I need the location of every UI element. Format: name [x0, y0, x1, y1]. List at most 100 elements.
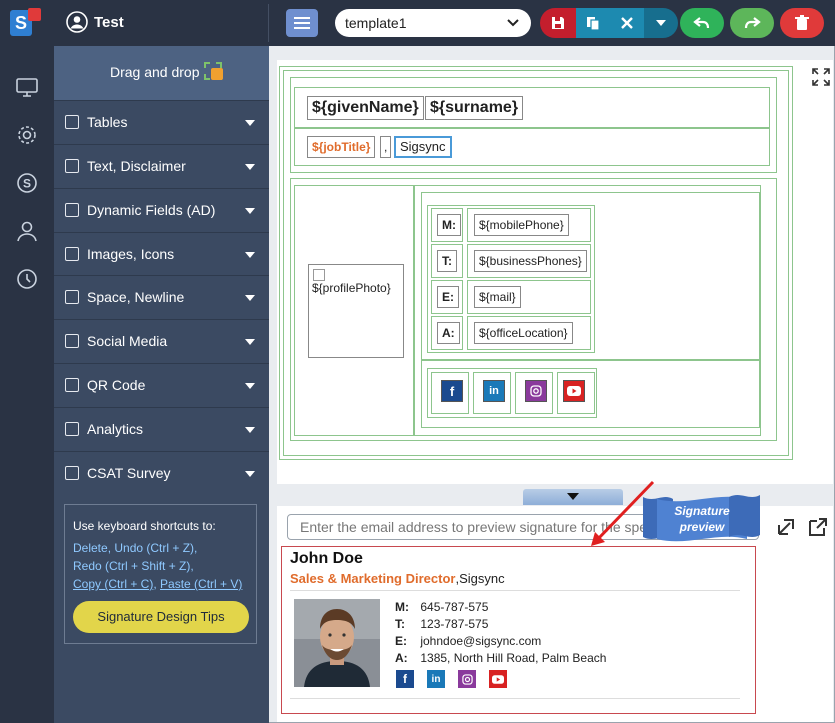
- caret-down-icon: [656, 20, 666, 26]
- delete-shortcut: Delete: [73, 541, 108, 555]
- more-options-button[interactable]: [644, 8, 678, 38]
- youtube-icon[interactable]: [489, 670, 507, 688]
- mobile-label[interactable]: M:: [437, 214, 461, 236]
- caret-down-icon: [245, 252, 255, 258]
- youtube-icon[interactable]: [563, 380, 585, 402]
- job-title-field[interactable]: ${jobTitle}: [307, 136, 376, 158]
- floppy-icon: [552, 17, 564, 29]
- undo-icon: [693, 17, 710, 29]
- newline-icon: [65, 290, 79, 304]
- accordion-space-newline[interactable]: Space, Newline: [54, 275, 269, 318]
- signature-preview-badge: Signature preview: [643, 493, 760, 547]
- surname-field[interactable]: ${surname}: [425, 96, 524, 120]
- menu-button[interactable]: [286, 9, 318, 37]
- accordion-text-disclaimer[interactable]: Text, Disclaimer: [54, 144, 269, 187]
- svg-text:S: S: [23, 177, 31, 191]
- accordion-qr-code[interactable]: QR Code: [54, 363, 269, 406]
- preview-company: Sigsync: [459, 571, 505, 586]
- instagram-icon[interactable]: [525, 380, 547, 402]
- preview-profile-photo: [294, 599, 380, 687]
- accordion-images-icons[interactable]: Images, Icons: [54, 232, 269, 275]
- user-menu[interactable]: Test: [66, 11, 124, 33]
- divider: [268, 4, 269, 42]
- trash-icon: [795, 15, 809, 30]
- user-circle-icon: [66, 11, 88, 33]
- shortcut-tips: Use keyboard shortcuts to: Delete, Undo …: [64, 504, 257, 644]
- template-actions: [540, 8, 678, 38]
- caret-down-icon: [245, 164, 255, 170]
- business-phones-field[interactable]: ${businessPhones}: [474, 250, 587, 272]
- business-label[interactable]: T:: [437, 250, 457, 272]
- divider: [290, 590, 740, 591]
- caret-down-icon: [245, 295, 255, 301]
- facebook-icon[interactable]: f: [396, 670, 414, 688]
- table-icon: [65, 115, 79, 129]
- gear-icon[interactable]: [14, 122, 40, 148]
- caret-down-icon: [245, 120, 255, 126]
- monitor-icon[interactable]: [14, 74, 40, 100]
- sigsync-s-icon[interactable]: S: [14, 170, 40, 196]
- accordion-dynamic-fields[interactable]: Dynamic Fields (AD): [54, 188, 269, 231]
- mobile-phone-field[interactable]: ${mobilePhone}: [474, 214, 569, 236]
- history-icon[interactable]: [14, 266, 40, 292]
- survey-icon: [65, 466, 79, 480]
- mail-field[interactable]: ${mail}: [474, 286, 521, 308]
- accordion-social-media[interactable]: Social Media: [54, 319, 269, 362]
- sigsync-logo[interactable]: S: [10, 8, 42, 38]
- signature-design-tips-button[interactable]: Signature Design Tips: [73, 601, 249, 633]
- template-select[interactable]: template1: [335, 9, 531, 37]
- caret-down-icon: [245, 208, 255, 214]
- left-rail: S S: [0, 0, 54, 723]
- redo-icon: [744, 17, 761, 29]
- address-label[interactable]: A:: [437, 322, 460, 344]
- signature-editor-canvas[interactable]: ${givenName} ${surname} ${jobTitle} , Si…: [277, 60, 833, 484]
- instagram-icon[interactable]: [458, 670, 476, 688]
- undo-button[interactable]: [680, 8, 724, 38]
- fullscreen-icon[interactable]: [812, 68, 830, 86]
- preview-row-phone: T: 123-787-575: [395, 617, 489, 631]
- user-icon[interactable]: [14, 218, 40, 244]
- copy-button[interactable]: [576, 8, 610, 38]
- accordion-csat-survey[interactable]: CSAT Survey: [54, 451, 269, 494]
- chevron-down-icon: [507, 19, 519, 27]
- caret-down-icon: [245, 339, 255, 345]
- linkedin-icon[interactable]: in: [483, 380, 505, 402]
- tips-intro: Use keyboard shortcuts to:: [73, 519, 216, 533]
- given-name-field[interactable]: ${givenName}: [307, 96, 424, 120]
- delete-button[interactable]: [780, 8, 824, 38]
- image-icon: [65, 247, 79, 261]
- broken-image-icon: [313, 269, 325, 281]
- redo-shortcut: Redo (Ctrl + Shift + Z),: [73, 559, 194, 573]
- company-field[interactable]: Sigsync: [394, 136, 452, 158]
- close-icon: [621, 17, 633, 29]
- instagram-outline-icon: [65, 334, 79, 348]
- undo-shortcut: Undo (Ctrl + Z),: [114, 541, 198, 555]
- redo-button[interactable]: [730, 8, 774, 38]
- text-icon: [65, 159, 79, 173]
- qr-code-icon: [65, 378, 79, 392]
- preview-title-line: Sales & Marketing Director,Sigsync: [290, 571, 505, 586]
- preview-row-address: A: 1385, North Hill Road, Palm Beach: [395, 651, 607, 665]
- email-label[interactable]: E:: [437, 286, 459, 308]
- user-name: Test: [94, 13, 124, 31]
- preview-row-email: E: johndoe@sigsync.com: [395, 634, 542, 648]
- copy-shortcut: Copy (Ctrl + C): [73, 577, 154, 591]
- save-button[interactable]: [540, 8, 576, 38]
- open-external-icon[interactable]: [808, 517, 828, 537]
- accordion-analytics[interactable]: Analytics: [54, 407, 269, 450]
- caret-down-icon: [245, 427, 255, 433]
- linkedin-icon[interactable]: in: [427, 670, 445, 688]
- drag-drop-header: Drag and drop: [54, 46, 269, 100]
- analytics-icon: [65, 422, 79, 436]
- paste-shortcut: Paste (Ctrl + V): [160, 577, 243, 591]
- send-test-icon[interactable]: [776, 517, 796, 537]
- profile-photo-field[interactable]: ${profilePhoto}: [308, 264, 404, 358]
- office-location-field[interactable]: ${officeLocation}: [474, 322, 573, 344]
- facebook-icon[interactable]: f: [441, 380, 463, 402]
- accordion-tables[interactable]: Tables: [54, 100, 269, 143]
- elements-panel: Drag and drop Tables Text, Disclaimer Dy…: [54, 46, 269, 723]
- divider: [290, 698, 740, 699]
- close-button[interactable]: [610, 8, 644, 38]
- comma-field[interactable]: ,: [380, 136, 392, 158]
- preview-row-mobile: M: 645-787-575: [395, 600, 489, 614]
